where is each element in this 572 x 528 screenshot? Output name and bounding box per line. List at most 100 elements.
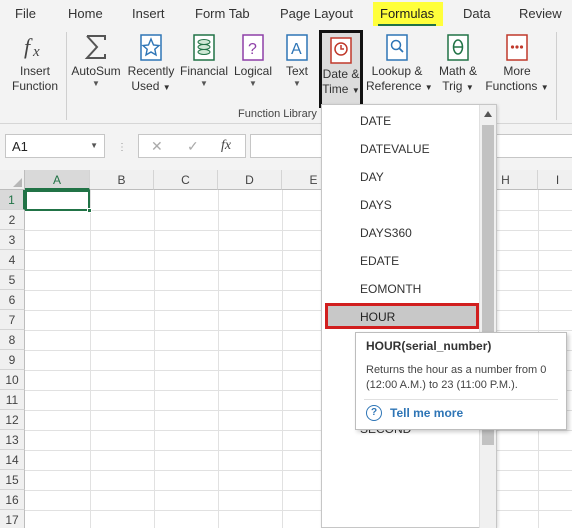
insert-function-icon[interactable]: fx	[221, 138, 231, 154]
tab-page-layout[interactable]: Page Layout	[280, 6, 353, 21]
column-header[interactable]: I	[538, 170, 572, 190]
chevron-down-icon[interactable]: ▼	[90, 141, 98, 150]
tooltip-description: Returns the hour as a number from 0 (12:…	[366, 364, 547, 391]
chevron-down-icon: ▼	[249, 79, 257, 88]
tell-me-more-link[interactable]: ? Tell me more	[366, 405, 463, 421]
fill-handle[interactable]	[87, 208, 92, 213]
row-header[interactable]: 8	[0, 330, 25, 350]
logical-button[interactable]: ? Logical ▼	[232, 30, 274, 106]
row-header[interactable]: 4	[0, 250, 25, 270]
name-box-value: A1	[12, 139, 28, 154]
row-header[interactable]: 7	[0, 310, 25, 330]
tab-home[interactable]: Home	[68, 6, 103, 21]
tooltip-title: HOUR(serial_number)	[366, 339, 492, 353]
insert-function-label-1: Insert	[19, 64, 50, 78]
dropdown-item-edate[interactable]: EDATE	[360, 254, 399, 268]
cancel-icon[interactable]: ✕	[151, 138, 163, 155]
row-header[interactable]: 6	[0, 290, 25, 310]
column-header[interactable]: B	[90, 170, 154, 190]
date-time-label-1: Date &	[322, 67, 360, 81]
insert-function-button[interactable]: fx Insert Function	[6, 30, 64, 106]
chevron-down-icon: ▼	[92, 79, 100, 88]
function-library-group-label: Function Library	[238, 108, 317, 120]
dots-book-icon	[484, 30, 550, 64]
active-cell-outline[interactable]	[25, 190, 90, 211]
row-header[interactable]: 13	[0, 430, 25, 450]
dropdown-scrollbar[interactable]	[479, 105, 496, 528]
recently-used-button[interactable]: Recently Used ▼	[126, 30, 176, 106]
row-header[interactable]: 14	[0, 450, 25, 470]
row-header[interactable]: 2	[0, 210, 25, 230]
row-header[interactable]: 17	[0, 510, 25, 528]
enter-icon[interactable]: ✓	[187, 138, 199, 155]
autosum-label: AutoSum	[71, 64, 121, 78]
theta-book-icon	[434, 30, 482, 64]
dropdown-item-days360[interactable]: DAYS360	[360, 226, 412, 240]
dropdown-item-hour[interactable]: HOUR	[360, 310, 395, 324]
select-all-button[interactable]	[0, 170, 25, 190]
dropdown-item-days[interactable]: DAYS	[360, 198, 392, 212]
grid-line	[282, 190, 283, 528]
star-icon	[126, 30, 176, 64]
date-time-button[interactable]: Date & Time ▼	[319, 30, 363, 108]
tab-data[interactable]: Data	[463, 6, 490, 21]
dropdown-item-day[interactable]: DAY	[360, 170, 384, 184]
row-header[interactable]: 11	[0, 390, 25, 410]
financial-button[interactable]: Financial ▼	[178, 30, 230, 106]
date-time-dropdown: DATE DATEVALUE DAY DAYS DAYS360 EDATE EOMONTH H…	[321, 104, 497, 528]
date-time-label-2: Time ▼	[322, 82, 360, 96]
svg-text:A: A	[291, 41, 302, 58]
row-header[interactable]: 10	[0, 370, 25, 390]
math-trig-label-1: Math &	[438, 64, 477, 78]
dropdown-item-date[interactable]: DATE	[360, 114, 391, 128]
function-tooltip: HOUR(serial_number) Returns the hour as …	[355, 332, 567, 430]
tooltip-divider	[364, 399, 558, 400]
row-header[interactable]: 3	[0, 230, 25, 250]
grid-line	[154, 190, 155, 528]
row-header[interactable]: 1	[0, 190, 25, 210]
row-header[interactable]: 5	[0, 270, 25, 290]
name-box[interactable]: A1 ▼	[5, 134, 105, 158]
lookup-reference-label-2: Reference ▼	[366, 79, 433, 93]
svg-text:f: f	[24, 34, 33, 59]
resize-handle-icon[interactable]: ⋮	[117, 142, 128, 153]
scroll-up-icon[interactable]	[484, 111, 492, 117]
row-header[interactable]: 15	[0, 470, 25, 490]
row-header[interactable]: 16	[0, 490, 25, 510]
row-header[interactable]: 12	[0, 410, 25, 430]
tab-form-tab[interactable]: Form Tab	[195, 6, 250, 21]
ribbon-separator	[66, 32, 67, 120]
highlighted-item-outline	[325, 303, 479, 329]
tab-insert[interactable]: Insert	[132, 6, 165, 21]
sigma-icon	[68, 30, 124, 64]
ribbon-separator	[556, 32, 557, 120]
more-functions-button[interactable]: More Functions ▼	[484, 30, 550, 106]
tab-review[interactable]: Review	[519, 6, 562, 21]
more-functions-label-1: More	[503, 64, 531, 78]
math-trig-button[interactable]: Math & Trig ▼	[434, 30, 482, 106]
column-header[interactable]: C	[154, 170, 218, 190]
autosum-button[interactable]: AutoSum ▼	[68, 30, 124, 106]
active-tab-underline	[378, 24, 436, 26]
tab-file[interactable]: File	[15, 6, 36, 21]
clock-book-icon	[322, 33, 360, 67]
text-button[interactable]: A Text ▼	[280, 30, 314, 106]
question-book-icon: ?	[232, 30, 274, 64]
grid-line	[218, 190, 219, 528]
chevron-down-icon: ▼	[293, 79, 301, 88]
dropdown-item-datevalue[interactable]: DATEVALUE	[360, 142, 430, 156]
column-header[interactable]: D	[218, 170, 282, 190]
logical-label: Logical	[233, 64, 273, 78]
svg-text:x: x	[32, 44, 40, 60]
lookup-reference-button[interactable]: Lookup & Reference ▼	[366, 30, 433, 106]
row-header[interactable]: 9	[0, 350, 25, 370]
svg-text:?: ?	[248, 41, 257, 58]
lookup-reference-label-1: Lookup &	[371, 64, 423, 78]
dropdown-item-eomonth[interactable]: EOMONTH	[360, 282, 421, 296]
column-header[interactable]: A	[25, 170, 90, 190]
tab-formulas[interactable]: Formulas	[380, 6, 434, 21]
magnifier-book-icon	[366, 30, 428, 64]
menu-bar: File Home Insert Form Tab Page Layout Fo…	[0, 0, 572, 28]
tell-me-more-label: Tell me more	[390, 406, 464, 420]
more-functions-label-2: Functions ▼	[485, 79, 549, 93]
